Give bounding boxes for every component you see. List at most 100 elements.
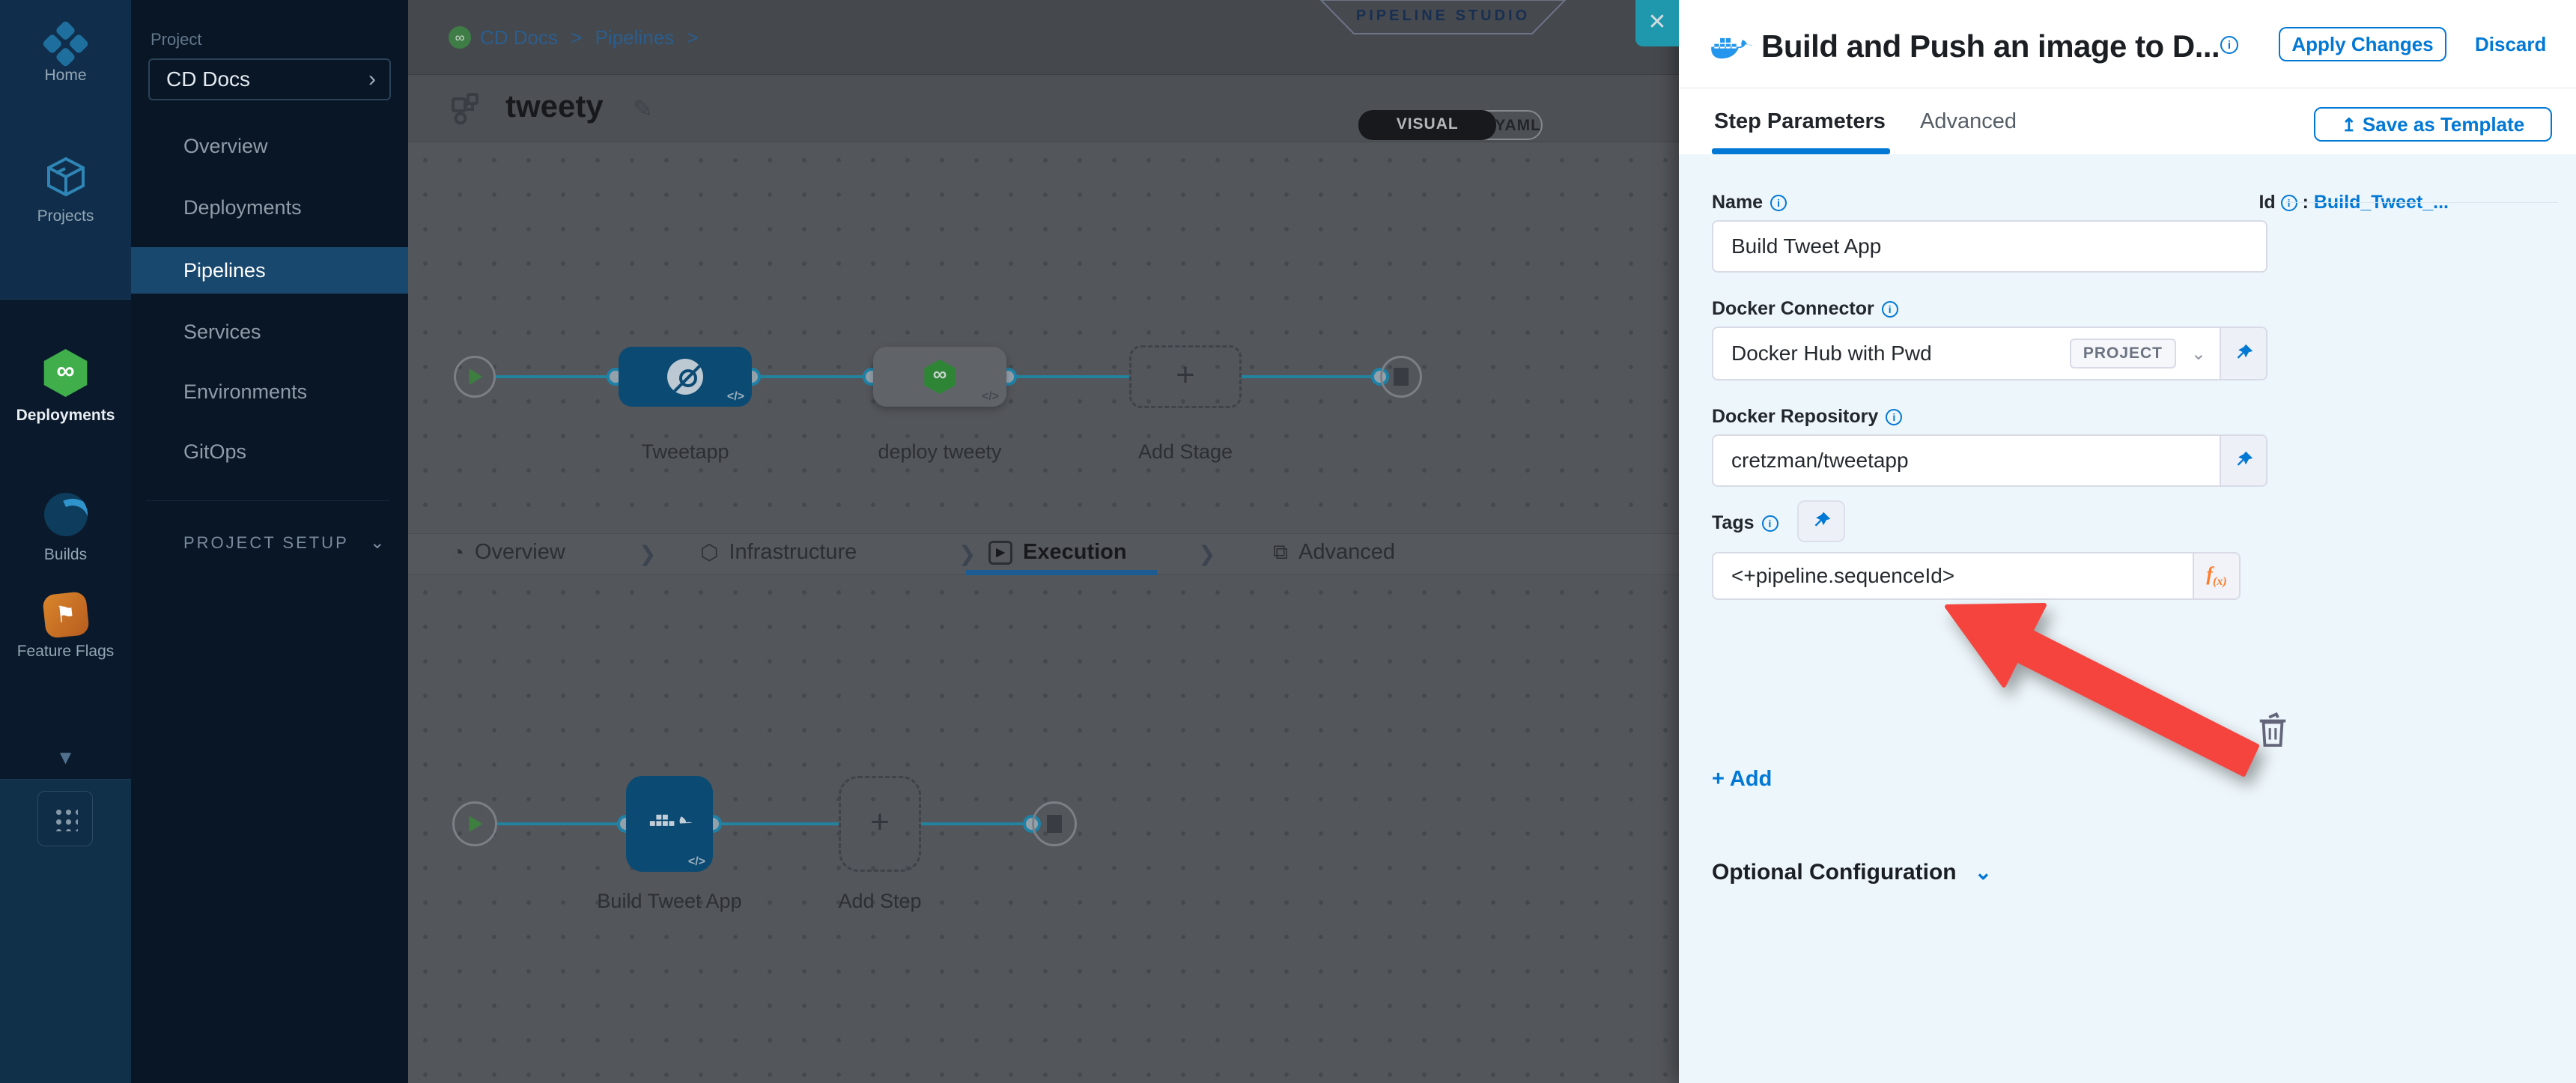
rail-item-builds[interactable]: Builds: [0, 493, 131, 564]
stage-node-tweetapp[interactable]: </>: [619, 347, 752, 407]
step-node-build-tweet-app[interactable]: </>: [626, 776, 713, 872]
tab-advanced[interactable]: ⧉ Advanced: [1273, 540, 1395, 565]
step-start-node[interactable]: [452, 801, 497, 846]
pipeline-name: tweety: [505, 88, 604, 124]
drawer-header: Build and Push an image to D... i Apply …: [1679, 0, 2576, 88]
info-icon[interactable]: i: [2220, 36, 2238, 54]
pipeline-canvas-area: ∞ CD Docs > Pipelines > PIPELINE STUDIO …: [408, 0, 1679, 1083]
visual-yaml-toggle[interactable]: VISUAL YAML: [1358, 110, 1543, 140]
apply-changes-button[interactable]: Apply Changes: [2279, 27, 2446, 61]
fx-icon: f(x): [2206, 563, 2226, 589]
docker-connector-select[interactable]: Docker Hub with Pwd PROJECT ⌄: [1712, 327, 2267, 380]
nav-item-services[interactable]: Services: [131, 309, 408, 355]
nav-item-pipelines[interactable]: Pipelines: [131, 247, 408, 294]
code-badge-icon: </>: [727, 390, 744, 404]
code-badge-icon: </>: [688, 855, 705, 869]
project-selector-value: CD Docs: [166, 67, 250, 91]
stage-tab-strip: ◔ Overview ❯ ⬡ Infrastructure ❯ ▶ Execut…: [408, 533, 1679, 575]
docker-connector-label: Docker Connectori: [1712, 298, 1898, 320]
toggle-yaml[interactable]: YAML: [1495, 112, 1541, 139]
plus-icon: +: [1131, 357, 1239, 394]
nav-item-environments[interactable]: Environments: [131, 368, 408, 415]
tab-execution[interactable]: ▶ Execution: [988, 540, 1127, 565]
add-stage-button[interactable]: +: [1129, 345, 1242, 408]
chevron-right-icon: ❯: [1198, 542, 1215, 566]
nav-item-overview[interactable]: Overview: [131, 123, 408, 169]
pin-button[interactable]: [2220, 328, 2266, 379]
cube-icon: [44, 156, 88, 198]
chevron-right-icon: ❯: [959, 542, 976, 566]
module-rail: Home Projects ∞ Deployments Builds ⚑ Fea…: [0, 0, 131, 1083]
active-tab-underline: [966, 570, 1157, 575]
play-icon: [469, 816, 482, 832]
divider: [146, 500, 389, 501]
overview-icon: ◔: [452, 541, 464, 565]
rail-item-home[interactable]: Home: [0, 27, 131, 85]
tab-infrastructure[interactable]: ⬡ Infrastructure: [700, 540, 857, 565]
edit-pencil-icon[interactable]: ✎: [633, 94, 653, 123]
nav-item-deployments[interactable]: Deployments: [131, 184, 408, 231]
rail-item-feature-flags[interactable]: ⚑ Feature Flags: [0, 593, 131, 661]
breadcrumb-project[interactable]: CD Docs: [480, 26, 558, 49]
pin-button[interactable]: [2220, 436, 2266, 485]
drawer-body: Namei Id i : Build_Tweet_... Build Tweet…: [1679, 154, 2576, 1083]
docker-repository-input[interactable]: cretzman/tweetapp: [1712, 434, 2267, 487]
tags-pin-button[interactable]: [1797, 500, 1845, 542]
step-end-node[interactable]: [1032, 801, 1077, 846]
toggle-visual[interactable]: VISUAL: [1358, 110, 1496, 140]
rail-more-chevron-icon[interactable]: ▼: [0, 746, 131, 769]
docker-whale-icon: [1710, 30, 1754, 63]
close-drawer-button[interactable]: ✕: [1635, 0, 1679, 46]
execution-icon: ▶: [988, 541, 1012, 565]
info-icon[interactable]: i: [1886, 409, 1902, 425]
project-section-label: Project: [151, 30, 201, 49]
step-title: Build and Push an image to D...: [1761, 28, 2220, 64]
info-icon[interactable]: i: [2281, 195, 2297, 211]
rail-item-label: Builds: [0, 546, 131, 564]
optional-configuration-toggle[interactable]: Optional Configuration⌄: [1712, 860, 1992, 885]
info-icon[interactable]: i: [1770, 195, 1787, 211]
rail-item-deployments[interactable]: ∞ Deployments: [0, 349, 131, 425]
tags-label: Tagsi: [1712, 512, 1778, 534]
home-icon: [42, 20, 90, 68]
pin-icon: [2232, 449, 2255, 472]
tags-input[interactable]: <+pipeline.sequenceId> f(x): [1712, 552, 2241, 600]
chevron-down-icon[interactable]: ⌄: [2191, 343, 2206, 365]
rail-item-label: Deployments: [0, 407, 131, 425]
delete-tag-button[interactable]: [2255, 711, 2290, 750]
stage-label: Add Stage: [1103, 440, 1268, 464]
add-step-button[interactable]: +: [839, 776, 921, 872]
discard-button[interactable]: Discard: [2475, 33, 2546, 56]
nav-item-gitops[interactable]: GitOps: [131, 428, 408, 475]
breadcrumb-pipelines[interactable]: Pipelines: [595, 26, 675, 49]
tab-step-parameters[interactable]: Step Parameters: [1714, 109, 1886, 134]
breadcrumb-row: ∞ CD Docs > Pipelines > PIPELINE STUDIO: [408, 0, 1679, 75]
rail-item-projects[interactable]: Projects: [0, 156, 131, 225]
play-icon: [469, 368, 482, 385]
info-icon[interactable]: i: [1762, 515, 1778, 532]
stage-node-deploy-tweety[interactable]: ∞ </>: [873, 347, 1006, 407]
module-grid-button[interactable]: [37, 791, 93, 846]
stage-end-node[interactable]: [1380, 356, 1422, 398]
pipeline-studio-badge: PIPELINE STUDIO: [1320, 0, 1566, 34]
stop-icon: [1394, 368, 1409, 386]
step-label: Build Tweet App: [587, 890, 752, 913]
save-as-template-button[interactable]: ↥Save as Template: [2314, 107, 2552, 142]
flag-icon: ⚑: [42, 591, 90, 639]
info-icon[interactable]: i: [1882, 301, 1898, 318]
grid-icon: [54, 807, 78, 831]
name-input[interactable]: Build Tweet App: [1712, 220, 2267, 273]
ci-build-icon: [667, 359, 703, 395]
stage-start-node[interactable]: [454, 356, 496, 398]
code-badge-icon: </>: [982, 390, 999, 404]
breadcrumb[interactable]: CD Docs > Pipelines >: [480, 26, 706, 49]
tab-overview[interactable]: ◔ Overview: [452, 540, 565, 565]
tab-advanced[interactable]: Advanced: [1920, 109, 2017, 134]
add-tag-link[interactable]: + Add: [1712, 767, 1772, 792]
project-setup-toggle[interactable]: PROJECT SETUP⌄: [183, 532, 385, 553]
pin-icon: [1810, 510, 1832, 533]
breadcrumb-separator: >: [687, 26, 698, 49]
project-selector[interactable]: CD Docs ›: [148, 58, 391, 100]
pin-icon: [2232, 342, 2255, 365]
expression-button[interactable]: f(x): [2193, 553, 2239, 598]
